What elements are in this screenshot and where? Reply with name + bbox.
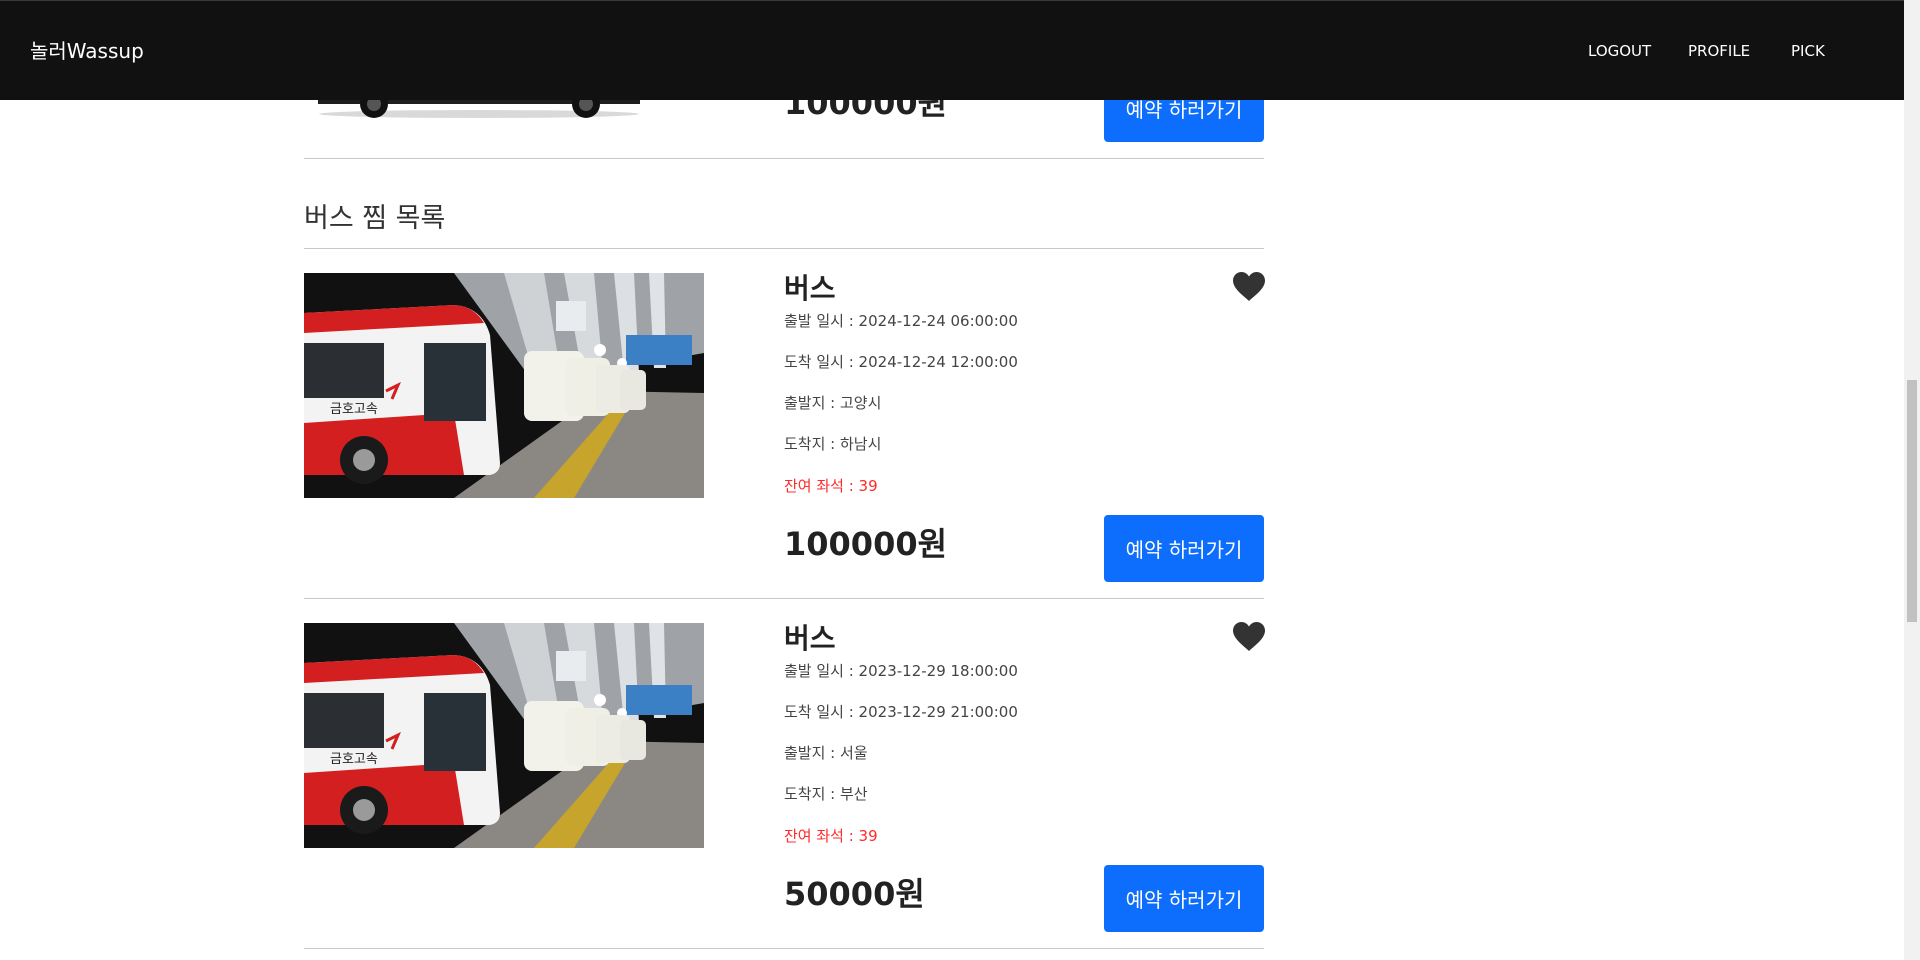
nav-logout-link[interactable]: LOGOUT [1588, 42, 1651, 60]
reserve-button[interactable]: 예약 하러가기 [1104, 515, 1264, 582]
destination: 도착지 : 부산 [784, 785, 868, 803]
remaining-seats: 잔여 좌석 : 39 [784, 477, 878, 495]
scrollbar-thumb[interactable] [1907, 380, 1917, 622]
remaining-seats: 잔여 좌석 : 39 [784, 827, 878, 845]
navbar: 놀러Wassup LOGOUT PROFILE PICK [0, 0, 1904, 100]
heart-icon[interactable] [1232, 621, 1266, 653]
card-title: 버스 [784, 272, 836, 305]
bus-card: 금호고속 버스 출발 일시 : 2023-12-29 18:00:00 도착 일… [304, 621, 1266, 960]
bus-logo-text: 금호고속 [330, 752, 378, 767]
arrival-time: 도착 일시 : 2024-12-24 12:00:00 [784, 353, 1018, 371]
page: 100000원 예약 하러가기 버스 찜 목록 금호고속 버스 출발 일시: … [0, 0, 1920, 960]
divider [304, 948, 1264, 949]
origin: 출발지 : 서울 [784, 744, 868, 762]
departure-time: 출발 일시 : 2023-12-29 18:00:00 [784, 662, 1018, 680]
arrival-time: 도착 일시 : 2023-12-29 21:00:00 [784, 703, 1018, 721]
divider [304, 248, 1264, 249]
bus-image: 금호고속 [304, 623, 704, 848]
departure-time: 출발 일시 : 2024-12-24 06:00:00 [784, 312, 1018, 330]
heart-icon[interactable] [1232, 271, 1266, 303]
reserve-button[interactable]: 예약 하러가기 [1104, 865, 1264, 932]
bus-image: 금호고속 [304, 273, 704, 498]
divider [304, 598, 1264, 599]
brand-logo[interactable]: 놀러Wassup [30, 35, 144, 64]
page-scrollbar[interactable] [1904, 0, 1920, 960]
bus-logo-text: 금호고속 [330, 402, 378, 417]
origin: 출발지 : 고양시 [784, 394, 882, 412]
nav-pick-link[interactable]: PICK [1791, 42, 1825, 60]
bus-card: 금호고속 버스 출발 일시 : 2024-12-24 06:00:00 도착 일… [304, 271, 1266, 623]
divider [304, 158, 1264, 159]
section-title: 버스 찜 목록 [304, 203, 446, 234]
card-price: 50000원 [784, 875, 925, 913]
destination: 도착지 : 하남시 [784, 435, 882, 453]
nav-profile-link[interactable]: PROFILE [1688, 42, 1750, 60]
card-title: 버스 [784, 622, 836, 655]
card-price: 100000원 [784, 525, 948, 563]
